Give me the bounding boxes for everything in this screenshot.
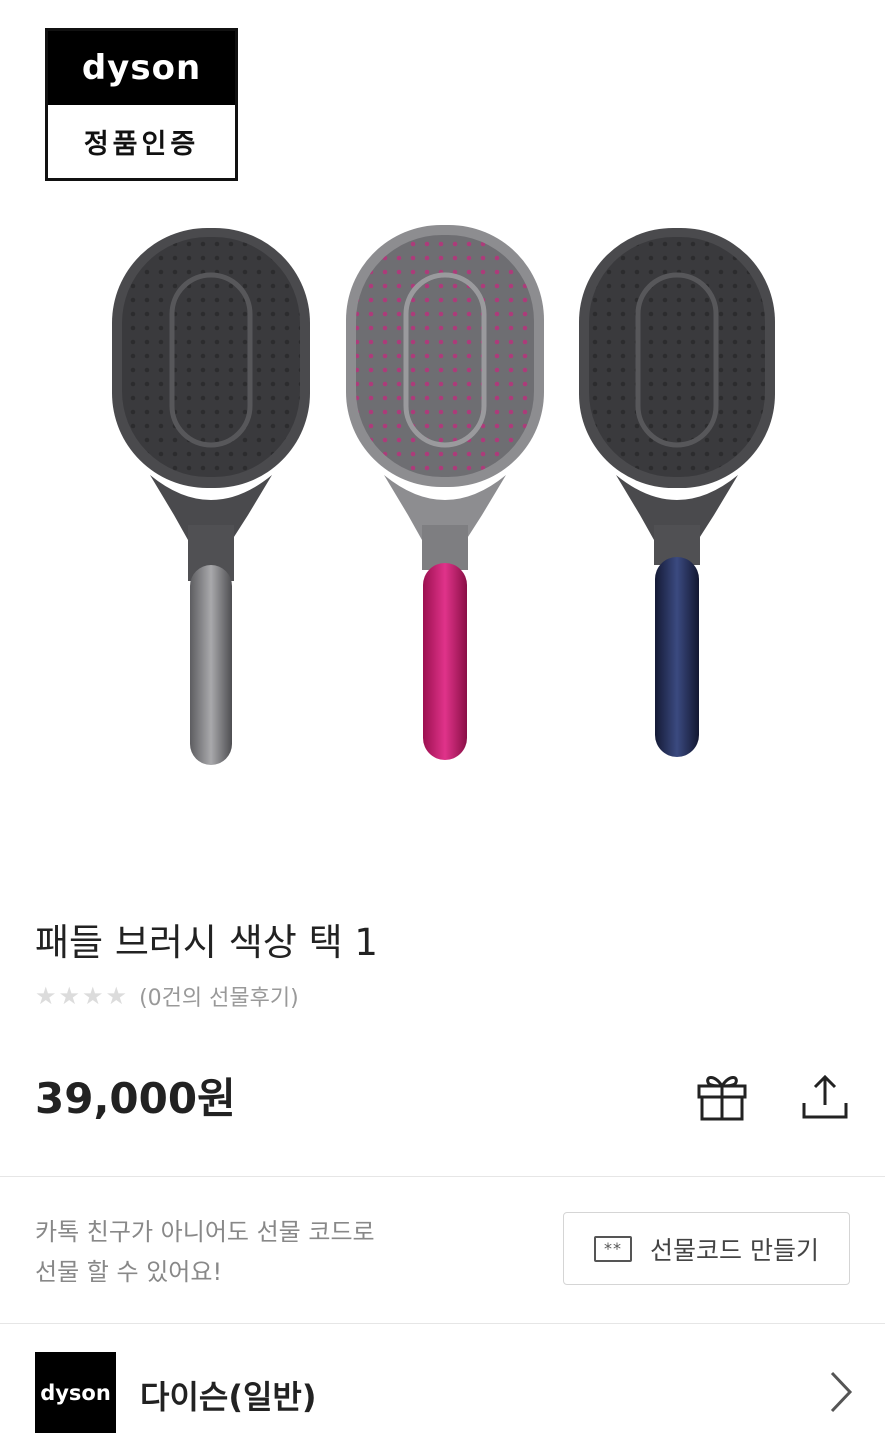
brush-fuchsia (346, 225, 544, 760)
product-title: 패들 브러시 색상 택 1 (35, 921, 378, 964)
badge-label: 정품인증 (83, 129, 200, 160)
brush-illustration (112, 225, 775, 765)
star-icon: ★ (58, 982, 81, 1010)
authentic-badge: dyson 정품인증 (45, 28, 238, 181)
promo-line: 카톡 친구가 아니어도 선물 코드로 (35, 1218, 375, 1246)
review-count[interactable]: (0건의 선물후기) (139, 980, 299, 1012)
product-image: dyson 정품인증 (0, 0, 885, 870)
gift-code-icon: ** (594, 1235, 633, 1262)
brand-logo[interactable]: dyson (35, 1352, 116, 1433)
gift-code-promo: 카톡 친구가 아니어도 선물 코드로 선물 할 수 있어요! (35, 1212, 375, 1292)
promo-line: 선물 할 수 있어요! (35, 1258, 223, 1286)
divider (0, 1176, 885, 1177)
create-gift-code-button[interactable]: ** 선물코드 만들기 (563, 1212, 850, 1285)
divider (0, 1323, 885, 1324)
chevron-right-icon[interactable] (820, 1367, 860, 1417)
product-price: 39,000원 (35, 1074, 236, 1123)
brush-navy (579, 228, 775, 757)
brand-name[interactable]: 다이슨(일반) (140, 1372, 316, 1418)
star-icon: ★ (35, 982, 57, 1010)
rating-row: ★ ★ ★ ★ (0건의 선물후기) (35, 980, 299, 1012)
create-gift-code-label: 선물코드 만들기 (650, 1235, 819, 1265)
gift-button[interactable] (692, 1066, 752, 1126)
share-button[interactable] (795, 1066, 855, 1126)
gift-icon (697, 1076, 747, 1121)
brush-gray (112, 228, 310, 765)
star-icon: ★ (105, 982, 128, 1010)
share-icon (802, 1074, 848, 1119)
star-icon: ★ (82, 982, 104, 1010)
badge-brand-logo: dyson (48, 31, 235, 105)
